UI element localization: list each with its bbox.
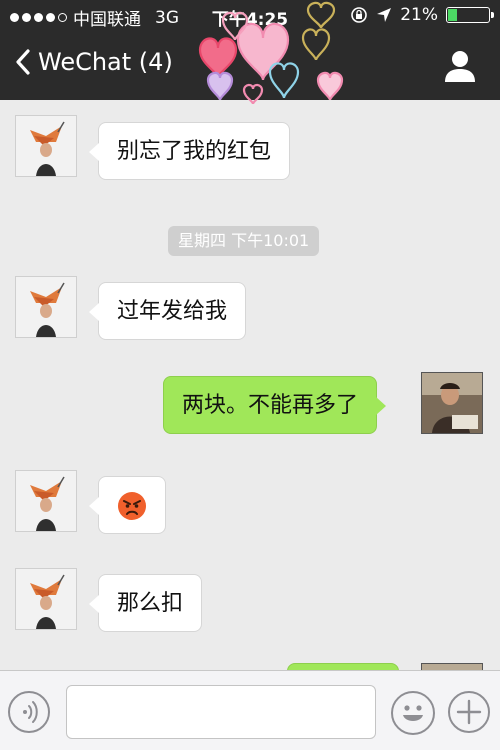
message-timestamp: 星期四 下午10:01 xyxy=(168,226,320,256)
contact-avatar-image xyxy=(16,277,76,337)
status-bar: 中国联通 3G 下午4:25 21% xyxy=(0,0,500,32)
message-bubble-incoming[interactable]: 别忘了我的红包 xyxy=(88,122,291,180)
message-bubble-incoming[interactable]: 过年发给我 xyxy=(88,282,247,340)
emoji-button[interactable] xyxy=(391,691,435,735)
my-avatar[interactable] xyxy=(421,372,483,434)
chevron-left-icon xyxy=(16,49,30,75)
my-avatar[interactable] xyxy=(421,663,483,670)
contact-avatar[interactable] xyxy=(15,115,77,177)
message-text: 两块。不能再多了 xyxy=(182,393,359,418)
angry-face-icon xyxy=(118,492,146,520)
my-avatar-image xyxy=(422,373,482,433)
smiley-icon xyxy=(403,705,423,721)
back-label: WeChat (4) xyxy=(38,48,173,76)
contact-avatar[interactable] xyxy=(15,276,77,338)
person-icon[interactable] xyxy=(442,48,478,84)
message-input[interactable] xyxy=(66,685,376,739)
orientation-lock-icon xyxy=(351,7,368,23)
voice-button[interactable] xyxy=(8,691,50,733)
contact-avatar-image xyxy=(16,116,76,176)
message-bubble-outgoing[interactable] xyxy=(287,663,399,670)
input-bar xyxy=(0,670,500,750)
back-button[interactable]: WeChat (4) xyxy=(14,48,173,76)
battery-percent: 21% xyxy=(400,5,438,25)
nav-bar: WeChat (4) xyxy=(0,32,500,100)
plus-icon xyxy=(456,699,482,725)
message-text: 过年发给我 xyxy=(117,299,228,324)
location-arrow-icon xyxy=(377,8,392,22)
contact-avatar-image xyxy=(16,471,76,531)
message-bubble-outgoing[interactable]: 两块。不能再多了 xyxy=(163,376,387,434)
message-text: 别忘了我的红包 xyxy=(117,139,272,164)
message-text: 那么扣 xyxy=(117,591,184,616)
voice-icon xyxy=(23,701,38,723)
contact-avatar[interactable] xyxy=(15,568,77,630)
message-bubble-incoming[interactable]: 那么扣 xyxy=(88,574,203,632)
chat-area[interactable]: 别忘了我的红包 星期四 下午10:01 过年发给我 两块。不能再多了 那么扣 xyxy=(0,100,500,670)
more-button[interactable] xyxy=(448,691,490,733)
battery-icon xyxy=(446,7,494,23)
contact-avatar-image xyxy=(16,569,76,629)
message-bubble-incoming[interactable] xyxy=(89,476,166,534)
contact-avatar[interactable] xyxy=(15,470,77,532)
